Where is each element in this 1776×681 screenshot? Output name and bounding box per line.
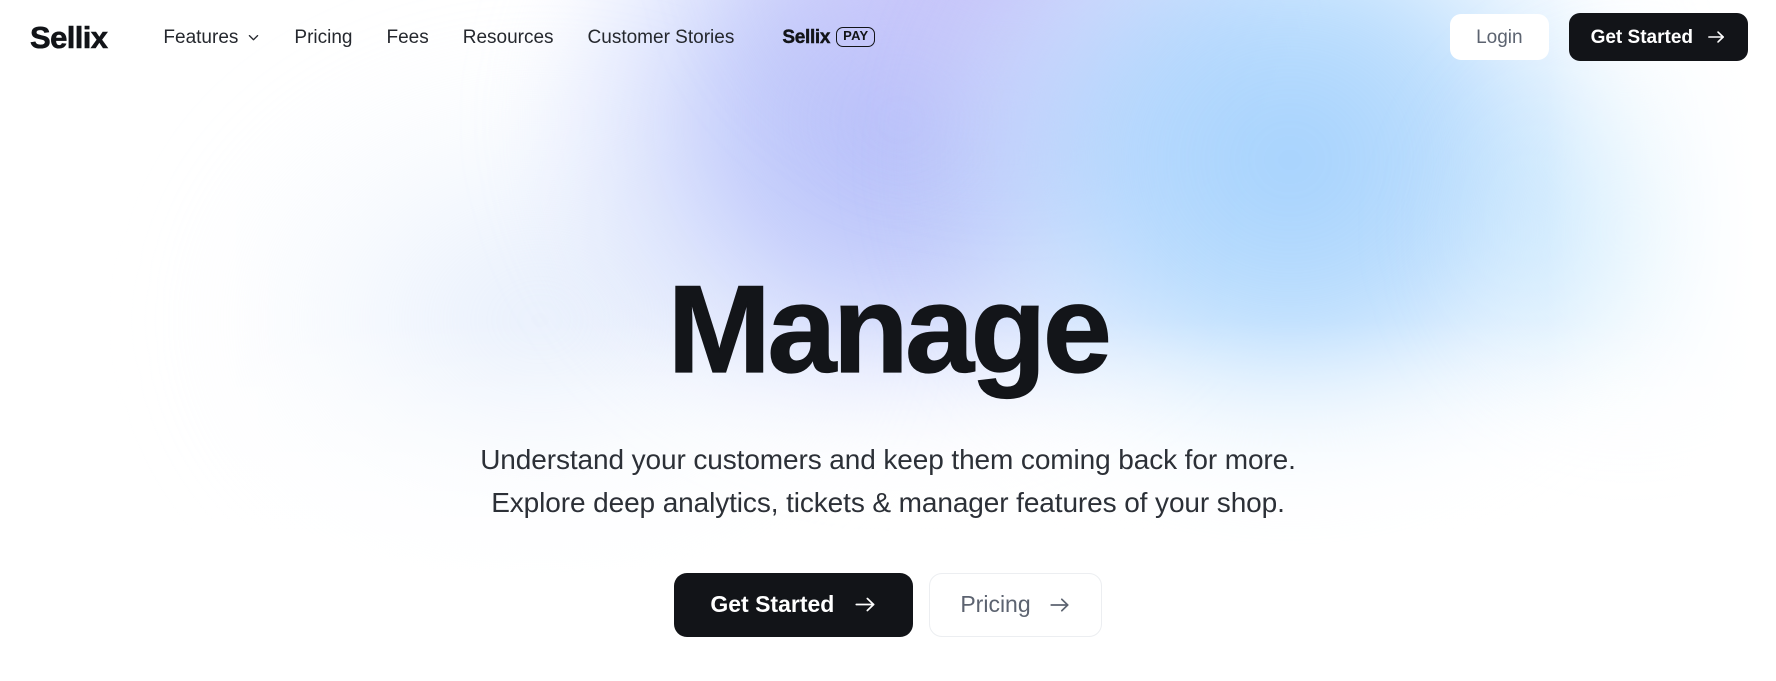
hero-pricing-label: Pricing: [960, 591, 1031, 618]
nav-item-resources-label: Resources: [462, 26, 554, 48]
hero-subtitle-line-2: Explore deep analytics, tickets & manage…: [491, 487, 1285, 519]
sellix-logo[interactable]: Sellix: [30, 21, 109, 53]
page-root: Sellix Features Pricing Fees Resources C…: [0, 0, 1776, 681]
nav-item-features-label: Features: [163, 26, 239, 48]
arrow-right-icon: [854, 595, 877, 614]
nav-item-resources[interactable]: Resources: [463, 28, 554, 47]
nav-item-customer-stories-label: Customer Stories: [587, 26, 735, 48]
nav-item-customer-stories[interactable]: Customer Stories: [588, 28, 735, 47]
nav-item-sellix-pay[interactable]: Sellix PAY: [782, 26, 876, 48]
nav-item-fees[interactable]: Fees: [386, 28, 428, 47]
hero-subtitle-line-1: Understand your customers and keep them …: [480, 444, 1296, 475]
hero-title: Manage: [667, 261, 1112, 399]
hero-pricing-button[interactable]: Pricing: [929, 572, 1102, 637]
primary-navigation: Features Pricing Fees Resources Customer…: [163, 26, 876, 48]
hero-subtitle: Understand your customers and keep them …: [480, 438, 1296, 525]
site-header: Sellix Features Pricing Fees Resources C…: [0, 0, 1776, 74]
chevron-down-icon: [247, 31, 260, 44]
arrow-right-icon: [1049, 596, 1071, 614]
nav-item-pricing-label: Pricing: [294, 26, 353, 48]
header-actions: Login Get Started: [1450, 13, 1748, 61]
login-button[interactable]: Login: [1450, 14, 1549, 60]
hero-get-started-label: Get Started: [710, 591, 835, 618]
nav-item-features[interactable]: Features: [163, 28, 260, 47]
header-get-started-button[interactable]: Get Started: [1568, 13, 1748, 61]
hero-section: Manage Understand your customers and kee…: [0, 0, 1776, 681]
nav-item-fees-label: Fees: [386, 26, 429, 48]
sellix-pay-chip: PAY: [836, 27, 876, 47]
hero-cta-group: Get Started Pricing: [674, 572, 1102, 637]
nav-item-pricing[interactable]: Pricing: [294, 28, 352, 47]
arrow-right-icon: [1707, 29, 1726, 45]
sellix-pay-wordmark: Sellix: [782, 26, 831, 48]
hero-get-started-button[interactable]: Get Started: [674, 572, 914, 637]
header-get-started-label: Get Started: [1590, 26, 1693, 48]
